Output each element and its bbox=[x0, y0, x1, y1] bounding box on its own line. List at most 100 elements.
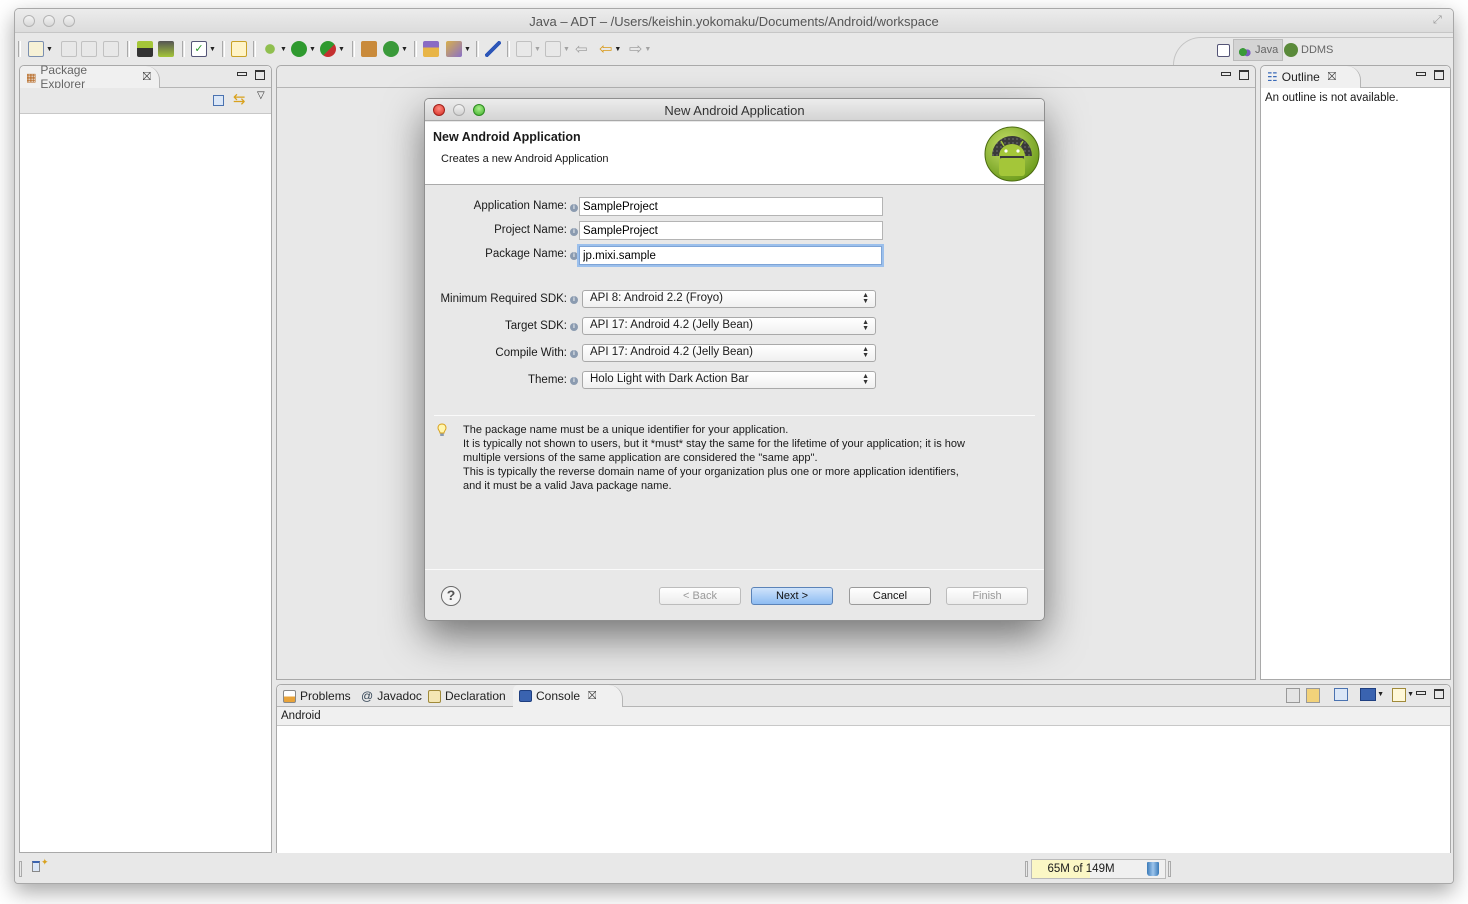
min-sdk-label: Minimum Required SDK: bbox=[440, 293, 567, 305]
back-button[interactable]: < Back bbox=[659, 587, 741, 605]
run-button[interactable]: ▼ bbox=[291, 40, 316, 58]
fast-view-icon[interactable] bbox=[32, 861, 40, 872]
heap-status-text: 65M of 149M bbox=[1047, 863, 1115, 875]
info-icon: i bbox=[570, 228, 578, 236]
last-edit-location-button[interactable]: ⇦ bbox=[575, 40, 588, 58]
toolbar-separator bbox=[127, 41, 130, 57]
open-console-dropdown[interactable]: ▼ bbox=[1407, 691, 1414, 698]
close-tab-icon[interactable]: ⛝ bbox=[1328, 71, 1336, 84]
problems-icon bbox=[283, 689, 296, 703]
tab-console[interactable]: Console ⛝ bbox=[513, 685, 623, 707]
divider bbox=[425, 569, 1044, 570]
view-toolbar: ⇆ ▽ bbox=[20, 88, 271, 114]
view-menu-icon[interactable]: ▽ bbox=[257, 90, 265, 101]
tab-javadoc[interactable]: @ Javadoc bbox=[355, 685, 430, 707]
dialog-header-description: Creates a new Android Application bbox=[441, 153, 609, 165]
print-icon bbox=[103, 41, 119, 57]
min-sdk-select[interactable]: API 8: Android 2.2 (Froyo) ▲ ▼ bbox=[582, 290, 876, 308]
external-tools-button[interactable]: ▼ bbox=[320, 40, 345, 58]
print-button[interactable] bbox=[103, 40, 119, 58]
dialog-header: New Android Application Creates a new An… bbox=[425, 122, 1044, 185]
previous-annotation-icon bbox=[545, 41, 561, 57]
open-type-icon bbox=[423, 41, 439, 57]
link-with-editor-icon[interactable]: ⇆ bbox=[233, 90, 246, 108]
garbage-collect-icon[interactable] bbox=[1147, 862, 1159, 876]
task-button[interactable]: ✓ ▼ bbox=[191, 40, 216, 58]
forward-button[interactable]: ⇨ ▼ bbox=[629, 40, 651, 58]
back-arrow-icon: ⇦ bbox=[599, 41, 613, 58]
package-name-input[interactable] bbox=[579, 246, 882, 265]
maximize-view-button[interactable] bbox=[1434, 70, 1444, 80]
next-button[interactable]: Next > bbox=[751, 587, 833, 605]
dialog-title-bar: New Android Application bbox=[425, 99, 1044, 121]
forward-arrow-icon: ⇨ bbox=[629, 41, 643, 58]
application-name-input[interactable] bbox=[579, 197, 883, 216]
minimize-view-button[interactable] bbox=[1416, 72, 1426, 76]
android-avd-manager-button[interactable] bbox=[158, 40, 174, 58]
clear-console-icon[interactable] bbox=[1286, 688, 1300, 703]
close-tab-icon[interactable]: ⛝ bbox=[143, 71, 151, 84]
previous-annotation-button[interactable]: ▼ bbox=[545, 40, 570, 58]
debug-button[interactable]: ▼ bbox=[262, 40, 287, 58]
new-java-class-button[interactable]: ▼ bbox=[383, 40, 408, 58]
fullscreen-icon[interactable]: ⤢ bbox=[1433, 14, 1447, 28]
display-console-icon[interactable] bbox=[1360, 688, 1376, 701]
open-type-button[interactable] bbox=[423, 40, 439, 58]
divider bbox=[434, 415, 1035, 416]
maximize-view-button[interactable] bbox=[1434, 689, 1444, 699]
back-button[interactable]: ⇦ ▼ bbox=[599, 40, 621, 58]
open-perspective-button[interactable] bbox=[1213, 39, 1234, 61]
scroll-lock-icon[interactable] bbox=[1306, 688, 1320, 703]
minimize-view-button[interactable] bbox=[1416, 691, 1426, 695]
skip-breakpoints-button[interactable] bbox=[485, 40, 501, 58]
perspective-java[interactable]: Java bbox=[1233, 39, 1284, 61]
theme-select[interactable]: Holo Light with Dark Action Bar ▲ ▼ bbox=[582, 371, 876, 389]
android-sdk-manager-icon bbox=[137, 41, 153, 57]
save-icon bbox=[61, 41, 77, 57]
console-view: Problems @ Javadoc Declaration Console ⛝… bbox=[276, 684, 1451, 854]
display-console-dropdown[interactable]: ▼ bbox=[1377, 691, 1384, 698]
external-tools-icon bbox=[320, 41, 336, 57]
javadoc-at-icon: @ bbox=[361, 689, 374, 703]
new-wizard-icon bbox=[28, 41, 44, 57]
maximize-view-button[interactable] bbox=[255, 70, 265, 80]
lightbulb-tip-icon bbox=[437, 423, 447, 436]
minimize-view-button[interactable] bbox=[237, 72, 247, 76]
status-bar: ✦ 65M of 149M bbox=[15, 853, 1453, 883]
info-icon: i bbox=[570, 204, 578, 212]
toolbar-separator bbox=[507, 41, 510, 57]
new-android-xml-icon bbox=[231, 41, 247, 57]
search-button[interactable]: ▼ bbox=[446, 40, 471, 58]
tab-outline[interactable]: ☷ Outline ⛝ bbox=[1261, 66, 1361, 88]
android-sdk-manager-button[interactable] bbox=[137, 40, 153, 58]
heap-status[interactable]: 65M of 149M bbox=[1031, 859, 1166, 879]
new-android-xml-button[interactable] bbox=[231, 40, 247, 58]
new-java-package-button[interactable] bbox=[361, 40, 377, 58]
collapse-all-icon[interactable] bbox=[213, 95, 224, 106]
save-button[interactable] bbox=[61, 40, 77, 58]
target-sdk-select[interactable]: API 17: Android 4.2 (Jelly Bean) ▲ ▼ bbox=[582, 317, 876, 335]
open-console-icon[interactable] bbox=[1392, 688, 1406, 702]
help-button[interactable]: ? bbox=[441, 586, 461, 606]
tab-declaration[interactable]: Declaration bbox=[422, 685, 514, 707]
tab-problems[interactable]: Problems bbox=[277, 685, 359, 707]
cancel-button[interactable]: Cancel bbox=[849, 587, 931, 605]
dialog-header-title: New Android Application bbox=[433, 130, 581, 144]
next-annotation-button[interactable]: ▼ bbox=[516, 40, 541, 58]
maximize-editor-button[interactable] bbox=[1239, 70, 1249, 80]
pin-console-icon[interactable] bbox=[1334, 688, 1348, 701]
new-wizard-button[interactable]: ▼ bbox=[28, 40, 53, 58]
project-name-input[interactable] bbox=[579, 221, 883, 240]
close-tab-icon[interactable]: ⛝ bbox=[588, 690, 596, 703]
package-name-label: Package Name: bbox=[485, 248, 567, 260]
info-icon: i bbox=[570, 377, 578, 385]
compile-with-select[interactable]: API 17: Android 4.2 (Jelly Bean) ▲ ▼ bbox=[582, 344, 876, 362]
save-all-button[interactable] bbox=[81, 40, 97, 58]
select-arrows-icon: ▲ ▼ bbox=[862, 319, 869, 332]
minimize-editor-button[interactable] bbox=[1221, 72, 1231, 76]
title-bar: Java – ADT – /Users/keishin.yokomaku/Doc… bbox=[15, 9, 1453, 33]
tab-package-explorer[interactable]: ▦ Package Explorer ⛝ bbox=[20, 63, 160, 91]
perspective-ddms[interactable]: DDMS bbox=[1280, 39, 1337, 61]
java-perspective-icon bbox=[1238, 43, 1252, 57]
finish-button[interactable]: Finish bbox=[946, 587, 1028, 605]
